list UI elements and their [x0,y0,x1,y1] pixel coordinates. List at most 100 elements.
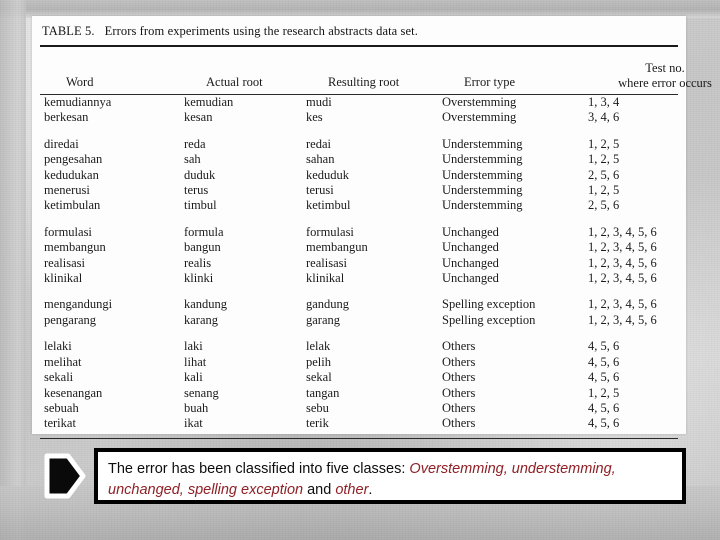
callout-segment-4: . [368,482,373,498]
column-header-word: Word [66,75,94,89]
cell-error-type: Others [442,354,476,369]
cell-test-no: 1, 2, 5 [588,152,620,167]
callout-segment-2: and [303,482,336,498]
cell-actual-root: reda [184,136,206,151]
column-header-error-type: Error type [464,75,516,89]
cell-resulting-root: redai [306,136,331,151]
errors-table-body: kemudiannya kemudian mudi Overstemming 1, 3,… [32,95,698,432]
cell-test-no: 1, 2, 3, 4, 5, 6 [588,271,657,286]
cell-word: sekali [44,370,74,385]
cell-word: diredai [44,136,79,151]
cell-word: sebuah [44,400,79,415]
cell-resulting-root: lelak [306,339,331,354]
cell-word: kedudukan [44,167,99,182]
cell-resulting-root: garang [306,312,341,327]
cell-word: formulasi [44,224,92,239]
table-row: kesenangan senang tangan Others 1, 2, 5 [32,386,698,401]
table-row: kedudukan duduk keduduk Understemming 2, 5, … [32,168,698,183]
table-label: TABLE 5. [42,24,95,38]
cell-word: pengarang [44,312,97,327]
cell-word: menerusi [44,183,90,198]
callout-text: The error has been classified into five … [108,461,616,498]
cell-actual-root: sah [184,152,201,167]
cell-test-no: 3, 4, 6 [588,110,620,125]
cell-resulting-root: tangan [306,385,340,400]
cell-actual-root: formula [184,224,224,239]
cell-test-no: 4, 5, 6 [588,370,620,385]
cell-error-type: Others [442,416,476,431]
table-row: pengarang karang garang Spelling exception 1… [32,313,698,328]
cell-test-no: 1, 2, 5 [588,385,620,400]
cell-error-type: Overstemming [442,95,517,109]
table-caption-text: Errors from experiments using the resear… [104,24,418,38]
cell-actual-root: bangun [184,240,221,255]
cell-actual-root: buah [184,400,209,415]
cell-resulting-root: membangun [306,240,368,255]
cell-actual-root: laki [184,339,203,354]
cell-error-type: Spelling exception [442,297,536,312]
table-rule-bottom [40,437,678,439]
cell-resulting-root: formulasi [306,224,354,239]
cell-error-type: Understemming [442,198,523,213]
cell-error-type: Understemming [442,167,523,182]
cell-test-no: 1, 2, 5 [588,136,620,151]
callout-segment-3: other [335,482,369,498]
table-header-row: Word Actual root Resulting root Error ty… [32,61,720,94]
cell-error-type: Unchanged [442,224,499,239]
cell-resulting-root: ketimbul [306,198,351,213]
cell-error-type: Others [442,400,476,415]
cell-actual-root: kemudian [184,95,234,109]
errors-table: kemudiannya kemudian mudi Overstemming 1, 3,… [32,95,698,432]
cell-word: melihat [44,354,82,369]
table-row: terikat ikat terik Others 4, 5, 6 [32,416,698,431]
cell-actual-root: karang [184,312,219,327]
cell-resulting-root: mudi [306,95,332,109]
cell-actual-root: kali [184,370,203,385]
cell-word: membangun [44,240,106,255]
cell-resulting-root: terik [306,416,329,431]
table-row: klinikal klinki klinikal Unchanged 1, 2, 3, … [32,271,698,286]
cell-resulting-root: terusi [306,183,334,198]
column-header-resulting-root: Resulting root [328,75,400,89]
cell-resulting-root: sebu [306,400,329,415]
cell-word: kemudiannya [44,95,112,109]
table-rule-top [40,45,678,47]
cell-test-no: 1, 3, 4 [588,95,620,109]
cell-word: klinikal [44,271,83,286]
table-row: melihat lihat pelih Others 4, 5, 6 [32,355,698,370]
cell-error-type: Unchanged [442,240,499,255]
cell-actual-root: duduk [184,167,216,182]
cell-error-type: Understemming [442,183,523,198]
table-row: ketimbulan timbul ketimbul Understemming 2, … [32,198,698,213]
cell-actual-root: ikat [184,416,203,431]
table-header: Word Actual root Resulting root Error ty… [32,61,720,94]
table-row: menerusi terus terusi Understemming 1, 2, 5 [32,183,698,198]
table-row: lelaki laki lelak Others 4, 5, 6 [32,328,698,354]
cell-test-no: 1, 2, 3, 4, 5, 6 [588,312,657,327]
cell-test-no: 4, 5, 6 [588,416,620,431]
cell-word: pengesahan [44,152,103,167]
table-row: berkesan kesan kes Overstemming 3, 4, 6 [32,110,698,125]
cell-word: realisasi [44,255,85,270]
cell-test-no: 2, 5, 6 [588,198,620,213]
arrow-right-pentagon-icon [42,452,88,500]
table-row: membangun bangun membangun Unchanged 1, 2, 3… [32,240,698,255]
table-row: kemudiannya kemudian mudi Overstemming 1, 3,… [32,95,698,110]
table-row: sebuah buah sebu Others 4, 5, 6 [32,401,698,416]
table-caption-row: TABLE 5. Errors from experiments using th… [32,16,686,41]
cell-word: mengandungi [44,297,113,312]
table-row: sekali kali sekal Others 4, 5, 6 [32,370,698,385]
cell-error-type: Understemming [442,152,523,167]
column-header-test-no-line2: where error occurs [618,75,712,90]
cell-word: berkesan [44,110,89,125]
callout-box: The error has been classified into five … [94,448,686,504]
cell-actual-root: klinki [184,271,214,286]
cell-error-type: Others [442,339,476,354]
callout-segment-0: The error has been classified into five … [108,461,410,477]
cell-error-type: Unchanged [442,255,499,270]
cell-error-type: Others [442,385,476,400]
cell-resulting-root: gandung [306,297,350,312]
cell-test-no: 1, 2, 5 [588,183,620,198]
cell-word: kesenangan [44,385,103,400]
cell-word: ketimbulan [44,198,101,213]
